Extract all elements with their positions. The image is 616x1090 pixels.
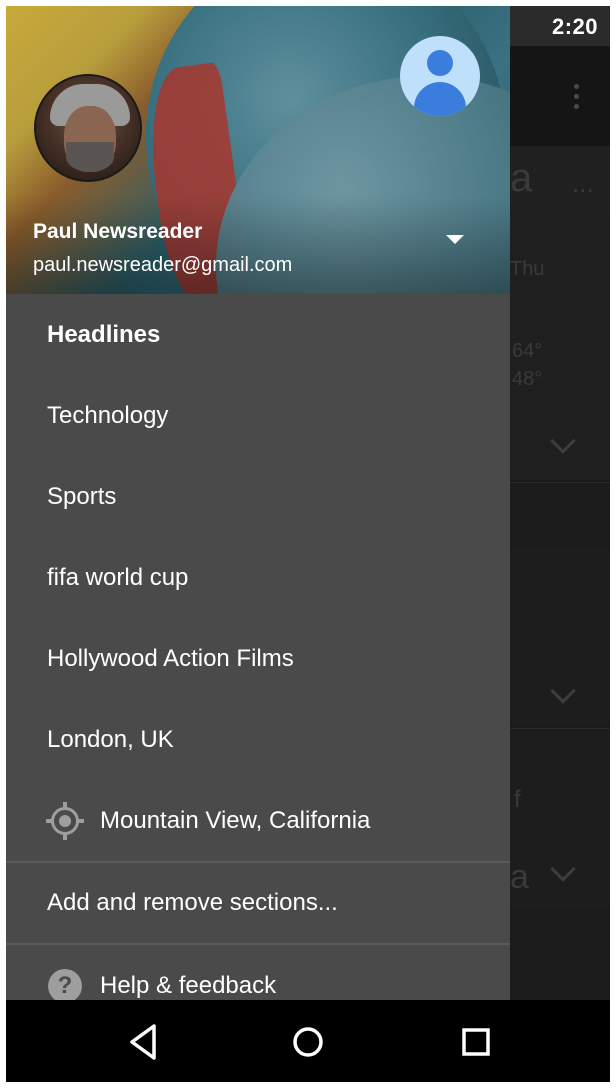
drawer-item-label: fifa world cup (47, 563, 189, 591)
drawer-item-fifa-world-cup[interactable]: fifa world cup (6, 537, 510, 618)
drawer-header: Paul Newsreader paul.newsreader@gmail.co… (6, 6, 510, 294)
help-icon: ? (46, 967, 84, 1000)
background-text: f (514, 786, 521, 813)
drawer-item-sports[interactable]: Sports (6, 456, 510, 537)
drawer-menu: Headlines Technology Sports fifa world c… (6, 294, 510, 1000)
secondary-account-icon[interactable] (400, 36, 480, 116)
drawer-item-label: Sports (47, 482, 117, 510)
account-email: paul.newsreader@gmail.com (33, 254, 293, 276)
navigation-drawer: Paul Newsreader paul.newsreader@gmail.co… (6, 6, 510, 1000)
avatar[interactable] (34, 74, 142, 182)
weather-day: Thu (510, 258, 545, 280)
weather-low: 48° (512, 368, 543, 390)
phone-screen: 2:20 a ... Thu 64° 48° f a Paul Newsread… (6, 6, 610, 1082)
background-text: a (510, 156, 533, 200)
system-navigation-bar (6, 1000, 610, 1082)
back-triangle-icon[interactable] (122, 1020, 166, 1064)
location-target-icon (46, 801, 84, 840)
home-circle-icon[interactable] (286, 1020, 330, 1064)
weather-high: 64° (512, 340, 543, 362)
drawer-item-label: Headlines (47, 320, 161, 348)
drawer-item-headlines[interactable]: Headlines (6, 294, 510, 375)
add-remove-sections-item[interactable]: Add and remove sections... (6, 863, 510, 943)
drawer-item-technology[interactable]: Technology (6, 375, 510, 456)
background-text: a (510, 858, 529, 896)
chevron-down-icon (550, 428, 576, 454)
drawer-item-label: Mountain View, California (100, 806, 371, 834)
chevron-down-icon (550, 678, 576, 704)
status-clock: 2:20 (551, 14, 598, 39)
account-name: Paul Newsreader (33, 220, 203, 243)
drawer-item-london-uk[interactable]: London, UK (6, 699, 510, 780)
add-remove-sections-label: Add and remove sections... (47, 889, 338, 916)
drawer-item-label: London, UK (47, 725, 174, 753)
help-feedback-item[interactable]: ? Help & feedback (6, 945, 510, 1000)
header-shade (6, 196, 510, 294)
help-feedback-label: Help & feedback (100, 971, 277, 999)
drawer-item-label: Hollywood Action Films (47, 644, 294, 672)
drawer-item-mountain-view[interactable]: Mountain View, California (6, 780, 510, 861)
chevron-down-icon (550, 856, 576, 882)
overflow-menu-icon (574, 84, 580, 112)
background-ellipsis: ... (572, 168, 594, 198)
drawer-item-label: Technology (47, 401, 169, 429)
recents-square-icon[interactable] (454, 1020, 498, 1064)
drawer-item-hollywood-action-films[interactable]: Hollywood Action Films (6, 618, 510, 699)
account-dropdown-icon[interactable] (446, 235, 464, 244)
